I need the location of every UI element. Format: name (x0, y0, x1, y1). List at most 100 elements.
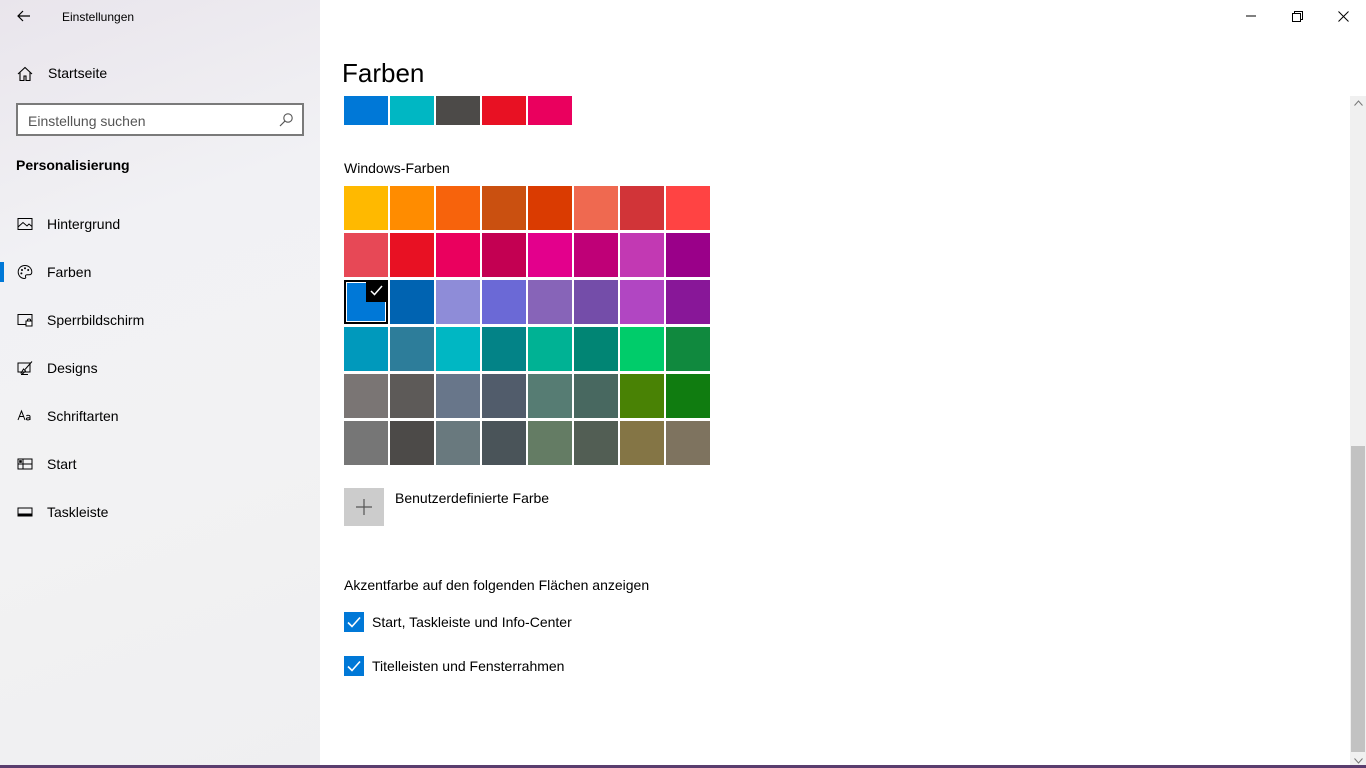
color-swatch[interactable] (436, 186, 480, 230)
checkbox[interactable] (344, 612, 364, 632)
search-input[interactable] (28, 111, 278, 131)
sidebar-item-schriftarten[interactable]: Schriftarten (0, 396, 320, 436)
checkbox-start-taskbar[interactable]: Start, Taskleiste und Info-Center (344, 611, 572, 633)
chevron-up-icon (1353, 100, 1363, 106)
color-swatch[interactable] (528, 280, 572, 324)
scrollbar[interactable] (1350, 96, 1366, 768)
color-swatch[interactable] (344, 233, 388, 277)
color-swatch[interactable] (344, 186, 388, 230)
back-button[interactable] (8, 2, 40, 30)
recent-color-swatch[interactable] (344, 96, 388, 125)
color-swatch[interactable] (482, 374, 526, 418)
windows-colors-heading: Windows-Farben (344, 160, 450, 176)
sidebar-item-designs[interactable]: Designs (0, 348, 320, 388)
search-icon[interactable] (278, 112, 294, 128)
scroll-up-button[interactable] (1350, 96, 1366, 110)
color-swatch[interactable] (482, 280, 526, 324)
color-swatch[interactable] (482, 327, 526, 371)
color-swatch[interactable] (390, 233, 434, 277)
section-heading: Personalisierung (16, 157, 130, 173)
search-box (16, 103, 304, 136)
sidebar-item-farben[interactable]: Farben (0, 252, 320, 292)
color-swatch[interactable] (390, 374, 434, 418)
checkbox-titlebars[interactable]: Titelleisten und Fensterrahmen (344, 655, 564, 677)
color-swatch[interactable] (528, 374, 572, 418)
recent-color-swatch[interactable] (482, 96, 526, 125)
color-swatch[interactable] (344, 374, 388, 418)
color-swatch[interactable] (344, 327, 388, 371)
sidebar-item-taskleiste[interactable]: Taskleiste (0, 492, 320, 532)
color-swatch[interactable] (528, 421, 572, 465)
sidebar-item-label: Startseite (48, 65, 108, 81)
picture-icon (17, 218, 33, 230)
color-swatch[interactable] (528, 233, 572, 277)
lock-screen-icon (17, 314, 33, 327)
sidebar-item-label: Schriftarten (47, 408, 119, 424)
color-swatch[interactable] (482, 186, 526, 230)
page-title: Farben (342, 58, 425, 88)
recent-color-swatch[interactable] (528, 96, 572, 125)
close-icon (1337, 10, 1349, 22)
sidebar-item-start[interactable]: Start (0, 444, 320, 484)
minimize-button[interactable] (1228, 0, 1274, 32)
checkmark-icon (347, 616, 361, 628)
recent-color-swatch[interactable] (436, 96, 480, 125)
color-swatch[interactable] (620, 233, 664, 277)
color-swatch[interactable] (436, 374, 480, 418)
color-swatch[interactable] (344, 421, 388, 465)
color-swatch[interactable] (574, 280, 618, 324)
taskbar-icon (17, 507, 33, 517)
checkbox-label: Titelleisten und Fensterrahmen (372, 658, 565, 674)
color-swatch[interactable] (666, 186, 710, 230)
sidebar-item-hintergrund[interactable]: Hintergrund (0, 204, 320, 244)
custom-color-button[interactable] (344, 488, 384, 526)
color-swatch[interactable] (574, 374, 618, 418)
plus-icon (356, 499, 372, 515)
color-swatch[interactable] (620, 327, 664, 371)
checkmark-icon (347, 660, 361, 672)
color-swatch[interactable] (666, 327, 710, 371)
arrow-left-icon (17, 10, 30, 22)
sidebar: Einstellungen Startseite Personalisierun… (0, 0, 320, 768)
color-swatch[interactable] (620, 186, 664, 230)
color-swatch[interactable] (528, 327, 572, 371)
sidebar-item-home[interactable]: Startseite (0, 56, 320, 90)
color-swatch[interactable] (574, 233, 618, 277)
color-swatch[interactable] (620, 280, 664, 324)
color-swatch[interactable] (666, 233, 710, 277)
sidebar-item-label: Farben (47, 264, 92, 280)
color-swatch[interactable] (390, 421, 434, 465)
color-swatch[interactable] (666, 421, 710, 465)
restore-button[interactable] (1274, 0, 1320, 32)
sidebar-item-sperrbildschirm[interactable]: Sperrbildschirm (0, 300, 320, 340)
color-swatch[interactable] (666, 374, 710, 418)
color-swatch[interactable] (436, 280, 480, 324)
custom-color-label[interactable]: Benutzerdefinierte Farbe (395, 490, 549, 506)
color-swatch[interactable] (482, 421, 526, 465)
color-swatch[interactable] (528, 186, 572, 230)
start-icon (17, 458, 33, 470)
sidebar-item-label: Designs (47, 360, 98, 376)
checkbox[interactable] (344, 656, 364, 676)
color-swatch[interactable] (574, 327, 618, 371)
close-button[interactable] (1320, 0, 1366, 32)
app-title: Einstellungen (62, 10, 135, 24)
scroll-thumb[interactable] (1351, 446, 1365, 752)
font-icon (17, 409, 31, 421)
color-swatch[interactable] (574, 421, 618, 465)
color-swatch[interactable] (436, 327, 480, 371)
color-swatch[interactable] (574, 186, 618, 230)
sidebar-item-label: Hintergrund (47, 216, 121, 232)
color-swatch[interactable] (666, 280, 710, 324)
color-swatch-selected[interactable] (344, 280, 388, 324)
color-swatch[interactable] (436, 421, 480, 465)
color-swatch[interactable] (620, 374, 664, 418)
color-swatch[interactable] (436, 233, 480, 277)
color-swatch[interactable] (620, 421, 664, 465)
color-swatch[interactable] (390, 280, 434, 324)
color-swatch[interactable] (482, 233, 526, 277)
minimize-icon (1246, 15, 1256, 17)
color-swatch[interactable] (390, 186, 434, 230)
recent-color-swatch[interactable] (390, 96, 434, 125)
color-swatch[interactable] (390, 327, 434, 371)
